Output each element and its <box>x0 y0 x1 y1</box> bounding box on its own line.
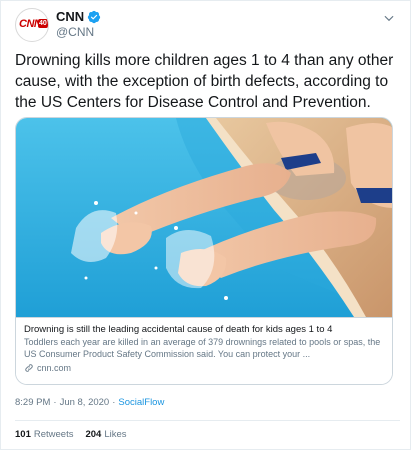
tweet-container: CNN 40 CNN @CNN Drowning kills more chil… <box>0 0 411 450</box>
divider <box>15 420 400 421</box>
author-display-name[interactable]: CNN <box>56 9 84 24</box>
link-card[interactable]: Drowning is still the leading accidental… <box>15 117 393 385</box>
tweet-date[interactable]: Jun 8, 2020 <box>60 397 110 408</box>
retweets-count: 101 <box>15 429 31 440</box>
likes-label: Likes <box>104 429 127 440</box>
chevron-down-icon[interactable] <box>382 11 396 25</box>
retweets-label: Retweets <box>33 429 74 440</box>
card-title[interactable]: Drowning is still the leading accidental… <box>24 324 386 336</box>
likes-stat[interactable]: 204 Likes <box>85 429 126 440</box>
meta-separator: · <box>53 397 57 408</box>
tweet-stats: 101 Retweets 204 Likes <box>15 429 127 440</box>
tweet-source-link[interactable]: SocialFlow <box>118 397 164 408</box>
author-handle[interactable]: @CNN <box>56 25 94 39</box>
card-domain[interactable]: cnn.com <box>24 363 386 373</box>
card-description: Toddlers each year are killed in an aver… <box>24 337 381 359</box>
card-image[interactable] <box>16 118 393 317</box>
avatar-logo-badge: 40 <box>38 19 48 28</box>
avatar[interactable]: CNN 40 <box>15 8 49 42</box>
card-body[interactable]: Drowning is still the leading accidental… <box>16 317 392 384</box>
author-name-row: CNN <box>56 9 101 24</box>
retweets-stat[interactable]: 101 Retweets <box>15 429 73 440</box>
tweet-text: Drowning kills more children ages 1 to 4… <box>15 52 394 111</box>
verified-badge-icon <box>88 10 101 23</box>
tweet-meta: 8:29 PM · Jun 8, 2020 · SocialFlow <box>15 397 164 408</box>
tweet-time[interactable]: 8:29 PM <box>15 397 50 408</box>
card-domain-text[interactable]: cnn.com <box>37 363 71 373</box>
link-icon <box>25 364 33 372</box>
meta-separator: · <box>112 397 116 408</box>
likes-count: 204 <box>85 429 102 440</box>
